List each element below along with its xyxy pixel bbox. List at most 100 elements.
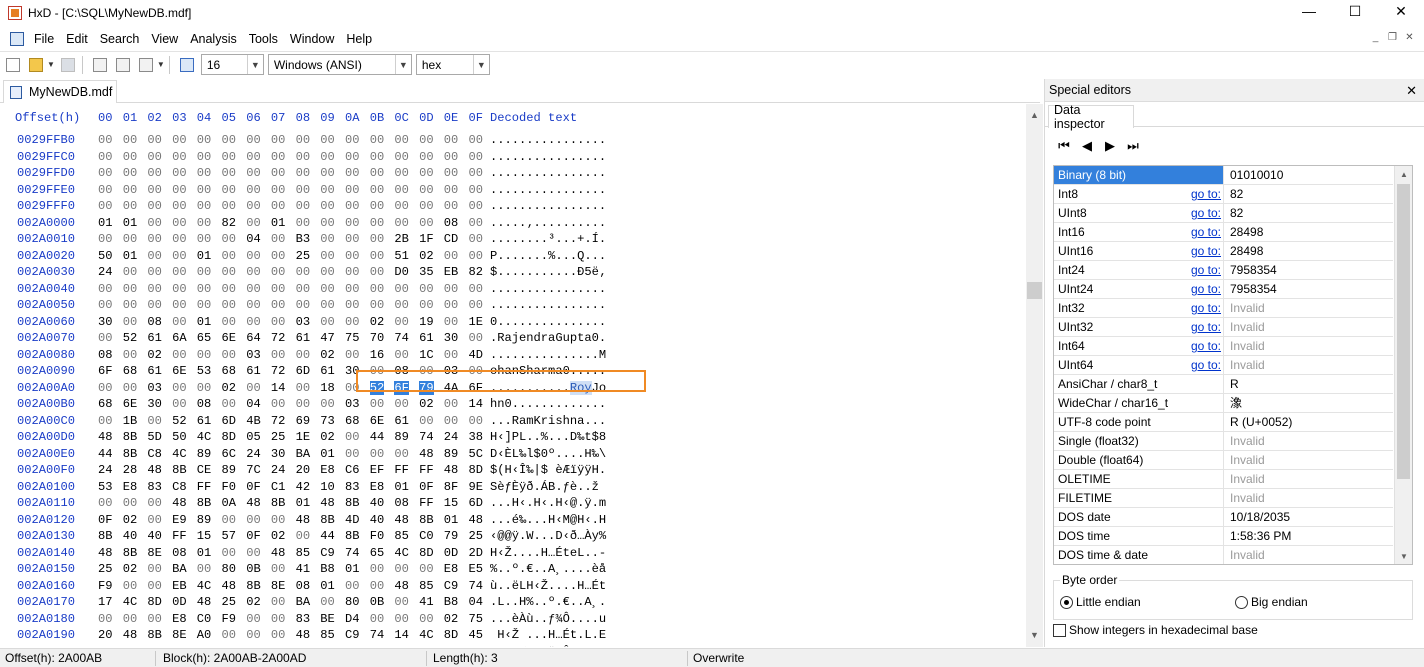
hex-byte[interactable]: 00 bbox=[222, 298, 237, 312]
hex-byte[interactable]: 00 bbox=[345, 447, 360, 461]
hex-byte[interactable]: 00 bbox=[370, 562, 385, 576]
hex-byte[interactable]: 65 bbox=[197, 331, 212, 345]
hex-byte[interactable]: 00 bbox=[419, 166, 434, 180]
hex-byte[interactable]: 00 bbox=[123, 183, 138, 197]
hex-byte[interactable]: 68 bbox=[98, 397, 113, 411]
hex-byte[interactable]: 8D bbox=[419, 546, 434, 560]
inspector-row[interactable]: FILETIME Invalid bbox=[1054, 489, 1393, 508]
hex-byte[interactable]: 00 bbox=[370, 397, 385, 411]
hex-byte[interactable]: 48 bbox=[296, 513, 311, 527]
hex-byte[interactable]: 08 bbox=[370, 645, 385, 648]
hex-byte[interactable]: 00 bbox=[394, 216, 409, 230]
hex-byte[interactable]: 00 bbox=[98, 381, 113, 395]
inspector-value[interactable]: Invalid bbox=[1226, 337, 1392, 355]
hex-byte[interactable]: 00 bbox=[296, 216, 311, 230]
hex-byte[interactable]: 00 bbox=[370, 150, 385, 164]
hex-byte[interactable]: 1C bbox=[419, 348, 434, 362]
hex-byte[interactable]: 8B bbox=[147, 628, 162, 642]
hex-byte[interactable]: 00 bbox=[98, 298, 113, 312]
hex-byte[interactable]: 00 bbox=[123, 298, 138, 312]
hex-byte[interactable]: 8D bbox=[147, 645, 162, 648]
hex-byte[interactable]: 02 bbox=[394, 645, 409, 648]
hex-byte[interactable]: 00 bbox=[222, 282, 237, 296]
go-next-icon[interactable]: ▶ bbox=[1101, 138, 1119, 154]
hex-byte[interactable]: BA bbox=[296, 447, 311, 461]
decoded-text[interactable]: ................ bbox=[490, 183, 606, 197]
menu-edit[interactable]: Edit bbox=[60, 29, 94, 49]
menu-window[interactable]: Window bbox=[284, 29, 340, 49]
hex-byte[interactable]: 00 bbox=[296, 282, 311, 296]
hex-byte[interactable]: 48 bbox=[271, 546, 286, 560]
hex-byte[interactable]: CD bbox=[444, 232, 459, 246]
hex-byte[interactable]: 01 bbox=[320, 579, 335, 593]
hex-byte[interactable]: 00 bbox=[394, 612, 409, 626]
hex-byte[interactable]: 04 bbox=[246, 232, 261, 246]
hex-byte[interactable]: 53 bbox=[197, 364, 212, 378]
hex-byte[interactable]: 00 bbox=[123, 315, 138, 329]
menu-file[interactable]: File bbox=[28, 29, 60, 49]
hex-byte[interactable]: 00 bbox=[222, 150, 237, 164]
inspector-value[interactable]: 7958354 bbox=[1226, 261, 1392, 279]
hex-byte[interactable]: 00 bbox=[370, 447, 385, 461]
inspector-value[interactable]: R bbox=[1226, 375, 1392, 393]
hex-byte[interactable]: 00 bbox=[469, 216, 484, 230]
go-to-link[interactable]: go to: bbox=[1189, 242, 1221, 260]
hex-byte[interactable]: 40 bbox=[370, 513, 385, 527]
hex-byte[interactable]: 0F bbox=[419, 480, 434, 494]
hex-byte[interactable]: 01 bbox=[197, 546, 212, 560]
hex-byte[interactable]: C6 bbox=[345, 463, 360, 477]
hex-byte[interactable]: 01 bbox=[296, 496, 311, 510]
decoded-text[interactable]: H‹]PL..%...D‰t$8 bbox=[490, 430, 606, 444]
hex-byte[interactable]: 15 bbox=[172, 645, 187, 648]
hex-byte[interactable]: C9 bbox=[345, 628, 360, 642]
hex-byte[interactable]: 08 bbox=[98, 348, 113, 362]
hex-byte[interactable]: B3 bbox=[296, 232, 311, 246]
hex-byte[interactable]: 00 bbox=[370, 579, 385, 593]
hex-byte[interactable]: 14 bbox=[469, 397, 484, 411]
hex-byte[interactable]: 02 bbox=[246, 595, 261, 609]
hex-byte[interactable]: 00 bbox=[147, 298, 162, 312]
hex-byte[interactable]: 89 bbox=[394, 430, 409, 444]
hex-byte[interactable]: 6E bbox=[172, 364, 187, 378]
hex-byte[interactable]: 00 bbox=[147, 612, 162, 626]
hex-byte[interactable]: 00 bbox=[345, 348, 360, 362]
hex-byte[interactable]: F0 bbox=[222, 480, 237, 494]
hex-byte[interactable]: 35 bbox=[419, 265, 434, 279]
inspector-row[interactable]: DOS time 1:58:36 PM bbox=[1054, 527, 1393, 546]
hex-byte[interactable]: 00 bbox=[296, 529, 311, 543]
go-previous-icon[interactable]: ◀ bbox=[1078, 138, 1096, 154]
hex-byte[interactable]: 00 bbox=[197, 348, 212, 362]
decoded-text[interactable]: ................ bbox=[490, 166, 606, 180]
inspector-row[interactable]: WideChar / char16_t 潒 bbox=[1054, 394, 1393, 413]
hex-byte[interactable]: 00 bbox=[98, 496, 113, 510]
hex-byte[interactable]: 00 bbox=[246, 546, 261, 560]
hex-byte[interactable]: 61 bbox=[419, 331, 434, 345]
inspector-row[interactable]: Int16 go to: 28498 bbox=[1054, 223, 1393, 242]
hex-byte[interactable]: C8 bbox=[147, 447, 162, 461]
open-file-button[interactable] bbox=[26, 55, 46, 75]
inspector-row[interactable]: DOS time & date Invalid bbox=[1054, 546, 1393, 564]
hex-byte[interactable]: 00 bbox=[172, 199, 187, 213]
hex-byte[interactable]: 00 bbox=[172, 298, 187, 312]
hex-byte[interactable]: 00 bbox=[197, 216, 212, 230]
hex-byte[interactable]: 00 bbox=[370, 265, 385, 279]
hex-byte[interactable]: 5D bbox=[147, 430, 162, 444]
hex-byte[interactable]: 80 bbox=[345, 595, 360, 609]
hex-byte[interactable]: EB bbox=[444, 265, 459, 279]
hex-byte[interactable]: 6C bbox=[222, 447, 237, 461]
hex-byte[interactable]: 6D bbox=[222, 414, 237, 428]
hex-byte[interactable]: 00 bbox=[394, 562, 409, 576]
hex-byte[interactable]: 8D bbox=[469, 463, 484, 477]
hex-byte[interactable]: 00 bbox=[222, 232, 237, 246]
hex-byte[interactable]: 0D bbox=[172, 595, 187, 609]
hex-byte[interactable]: 00 bbox=[296, 265, 311, 279]
close-button[interactable]: ✕ bbox=[1378, 0, 1424, 22]
hex-byte[interactable]: 18 bbox=[320, 381, 335, 395]
hex-byte[interactable]: 6F bbox=[98, 364, 113, 378]
hex-byte[interactable]: 48 bbox=[197, 595, 212, 609]
hex-byte[interactable]: 00 bbox=[419, 282, 434, 296]
hex-byte[interactable]: 00 bbox=[222, 546, 237, 560]
hex-byte[interactable]: 0D bbox=[444, 546, 459, 560]
hex-byte[interactable]: 8B bbox=[172, 463, 187, 477]
mdi-restore-button[interactable]: ❐ bbox=[1386, 32, 1399, 45]
